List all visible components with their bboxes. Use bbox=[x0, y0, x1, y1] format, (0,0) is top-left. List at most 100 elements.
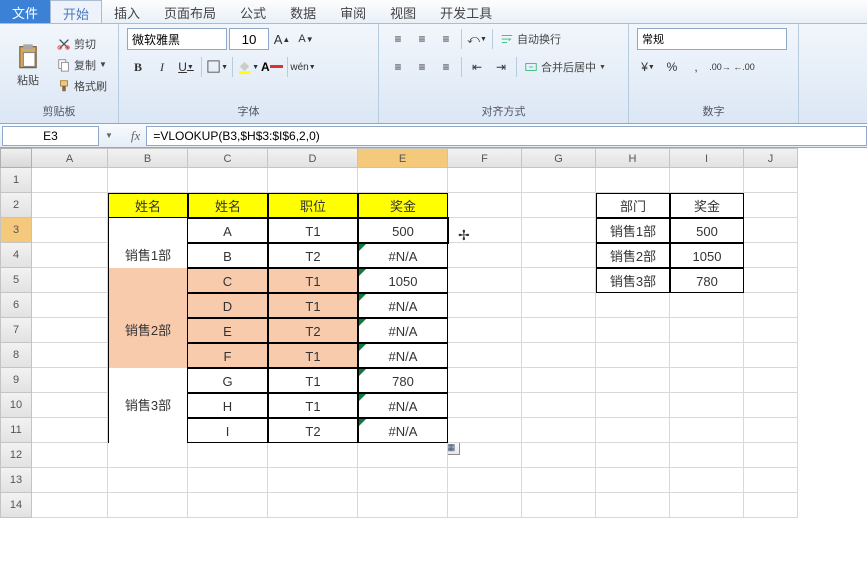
copy-button[interactable]: 复制▼ bbox=[54, 56, 110, 74]
cell[interactable]: G bbox=[188, 368, 268, 393]
select-all-corner[interactable] bbox=[0, 148, 32, 168]
cell[interactable]: E bbox=[188, 318, 268, 343]
row-header[interactable]: 6 bbox=[0, 293, 32, 318]
border-button[interactable]: ▼ bbox=[206, 56, 228, 78]
cell[interactable]: 姓名 bbox=[108, 193, 188, 218]
cell[interactable]: 销售2部 bbox=[596, 243, 670, 268]
col-header[interactable]: B bbox=[108, 148, 188, 168]
cell[interactable]: 部门 bbox=[596, 193, 670, 218]
tab-dev[interactable]: 开发工具 bbox=[428, 0, 504, 23]
orientation-button[interactable]: ⤺▼ bbox=[466, 28, 488, 50]
cell[interactable]: #N/A bbox=[358, 243, 448, 268]
col-header[interactable]: H bbox=[596, 148, 670, 168]
cell[interactable]: 销售3部 bbox=[596, 268, 670, 293]
tab-insert[interactable]: 插入 bbox=[102, 0, 152, 23]
cell[interactable]: 销售3部 bbox=[108, 393, 188, 418]
percent-button[interactable]: % bbox=[661, 56, 683, 78]
autofill-options-button[interactable]: ▦ bbox=[448, 443, 460, 455]
cell[interactable]: T1 bbox=[268, 293, 358, 318]
paste-button[interactable]: 粘贴 bbox=[8, 40, 48, 90]
cell[interactable]: T1 bbox=[268, 343, 358, 368]
cell[interactable]: T2 bbox=[268, 418, 358, 443]
font-size-input[interactable] bbox=[229, 28, 269, 50]
row-header[interactable]: 11 bbox=[0, 418, 32, 443]
col-header[interactable]: J bbox=[744, 148, 798, 168]
row-header[interactable]: 4 bbox=[0, 243, 32, 268]
name-box[interactable] bbox=[2, 126, 99, 146]
cell-merge[interactable] bbox=[108, 268, 188, 293]
cell-merge[interactable] bbox=[108, 343, 188, 368]
cell[interactable]: 姓名 bbox=[188, 193, 268, 218]
cell-merge[interactable] bbox=[108, 368, 188, 393]
cell[interactable]: 销售1部 bbox=[596, 218, 670, 243]
cell[interactable]: T1 bbox=[268, 218, 358, 243]
cell[interactable]: 销售1部 bbox=[108, 243, 188, 268]
tab-formula[interactable]: 公式 bbox=[228, 0, 278, 23]
underline-button[interactable]: U▼ bbox=[175, 56, 197, 78]
cell-merge[interactable] bbox=[108, 418, 188, 443]
row-header[interactable]: 1 bbox=[0, 168, 32, 193]
cell[interactable]: A bbox=[188, 218, 268, 243]
cell[interactable]: 职位 bbox=[268, 193, 358, 218]
col-header[interactable]: C bbox=[188, 148, 268, 168]
cell[interactable]: #N/A bbox=[358, 418, 448, 443]
cell[interactable]: C bbox=[188, 268, 268, 293]
col-header[interactable]: G bbox=[522, 148, 596, 168]
formula-input[interactable] bbox=[146, 126, 867, 146]
cell[interactable]: T2 bbox=[268, 318, 358, 343]
cell[interactable]: 销售2部 bbox=[108, 318, 188, 343]
cell-merge[interactable] bbox=[108, 218, 188, 243]
fx-icon[interactable]: fx bbox=[125, 128, 146, 144]
cut-button[interactable]: 剪切 bbox=[54, 35, 110, 53]
phonetic-button[interactable]: wén▼ bbox=[292, 56, 314, 78]
col-header[interactable]: A bbox=[32, 148, 108, 168]
cell[interactable]: #N/A bbox=[358, 318, 448, 343]
cell[interactable]: T2 bbox=[268, 243, 358, 268]
bold-button[interactable]: B bbox=[127, 56, 149, 78]
merge-center-button[interactable]: 合并后居中▼ bbox=[521, 58, 609, 76]
col-header[interactable]: I bbox=[670, 148, 744, 168]
number-format-dropdown[interactable] bbox=[637, 28, 787, 50]
cell[interactable]: T1 bbox=[268, 393, 358, 418]
fill-color-button[interactable]: ▼ bbox=[237, 56, 259, 78]
cell-selected[interactable]: 500 bbox=[358, 218, 448, 243]
cell[interactable]: 1050 bbox=[358, 268, 448, 293]
increase-decimal-button[interactable]: .00→ bbox=[709, 56, 731, 78]
cell[interactable]: D bbox=[188, 293, 268, 318]
cell[interactable]: 奖金 bbox=[670, 193, 744, 218]
format-painter-button[interactable]: 格式刷 bbox=[54, 77, 110, 95]
font-name-input[interactable] bbox=[127, 28, 227, 50]
align-center-button[interactable]: ≡ bbox=[411, 56, 433, 78]
tab-file[interactable]: 文件 bbox=[0, 0, 50, 23]
align-right-button[interactable]: ≡ bbox=[435, 56, 457, 78]
row-header[interactable]: 9 bbox=[0, 368, 32, 393]
tab-home[interactable]: 开始 bbox=[50, 0, 102, 23]
decrease-font-button[interactable]: A▼ bbox=[295, 28, 317, 50]
cell[interactable]: 500 bbox=[670, 218, 744, 243]
cell[interactable]: 1050 bbox=[670, 243, 744, 268]
italic-button[interactable]: I bbox=[151, 56, 173, 78]
align-left-button[interactable]: ≡ bbox=[387, 56, 409, 78]
col-header[interactable]: F bbox=[448, 148, 522, 168]
tab-review[interactable]: 审阅 bbox=[328, 0, 378, 23]
cell[interactable]: I bbox=[188, 418, 268, 443]
row-header[interactable]: 12 bbox=[0, 443, 32, 468]
row-header[interactable]: 2 bbox=[0, 193, 32, 218]
row-header[interactable]: 14 bbox=[0, 493, 32, 518]
decrease-decimal-button[interactable]: ←.00 bbox=[733, 56, 755, 78]
row-header[interactable]: 8 bbox=[0, 343, 32, 368]
font-color-button[interactable]: A bbox=[261, 56, 283, 78]
cell[interactable]: T1 bbox=[268, 368, 358, 393]
cell[interactable]: 780 bbox=[358, 368, 448, 393]
align-top-button[interactable]: ≡ bbox=[387, 28, 409, 50]
currency-button[interactable]: ¥▼ bbox=[637, 56, 659, 78]
wrap-text-button[interactable]: 自动换行 bbox=[497, 30, 564, 48]
align-middle-button[interactable]: ≡ bbox=[411, 28, 433, 50]
row-header[interactable]: 7 bbox=[0, 318, 32, 343]
row-header[interactable]: 5 bbox=[0, 268, 32, 293]
row-header[interactable]: 13 bbox=[0, 468, 32, 493]
cell[interactable]: #N/A bbox=[358, 343, 448, 368]
cell[interactable]: #N/A bbox=[358, 393, 448, 418]
align-bottom-button[interactable]: ≡ bbox=[435, 28, 457, 50]
cells-grid[interactable]: 姓名 姓名 职位 奖金 部门 奖金 A T1 500 ✢ 销售1部 500 销售 bbox=[32, 168, 867, 518]
